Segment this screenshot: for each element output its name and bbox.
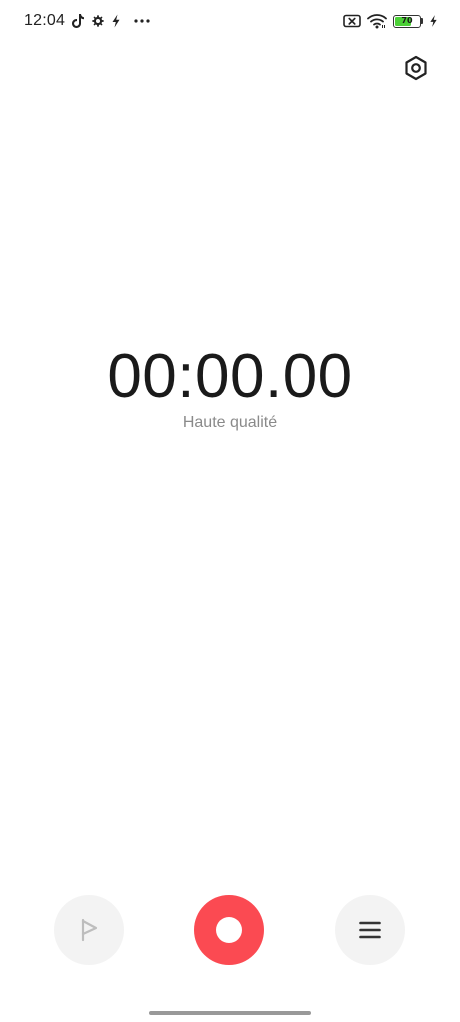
status-time: 12:04 <box>24 12 66 29</box>
flag-icon <box>78 917 100 943</box>
flag-button[interactable] <box>54 895 124 965</box>
no-sim-icon <box>343 11 361 31</box>
settings-button[interactable] <box>400 52 432 84</box>
recordings-list-button[interactable] <box>335 895 405 965</box>
battery-tip <box>421 18 423 24</box>
settings-hexagon-icon <box>403 55 429 81</box>
charging-bolt-icon <box>429 11 438 31</box>
bottom-controls <box>0 895 460 967</box>
status-bar-right: 70 <box>343 11 438 31</box>
battery-icon: 70 <box>393 11 423 31</box>
battery-body: 70 <box>393 14 421 28</box>
record-button[interactable] <box>194 895 264 965</box>
charging-bolt-icon <box>111 11 121 31</box>
more-dots-icon <box>133 11 151 31</box>
record-icon <box>216 917 242 943</box>
wifi-icon <box>367 11 387 31</box>
recording-timer: 00:00.00 <box>107 342 353 411</box>
gear-icon <box>91 11 105 31</box>
recording-quality-label: Haute qualité <box>182 414 278 431</box>
status-bar-left: 12:04 <box>24 11 151 31</box>
list-menu-icon <box>359 920 381 940</box>
home-indicator[interactable] <box>149 1011 311 1015</box>
battery-level: 70 <box>401 16 413 25</box>
tiktok-icon <box>71 11 85 31</box>
status-bar: 12:04 70 <box>0 0 460 44</box>
